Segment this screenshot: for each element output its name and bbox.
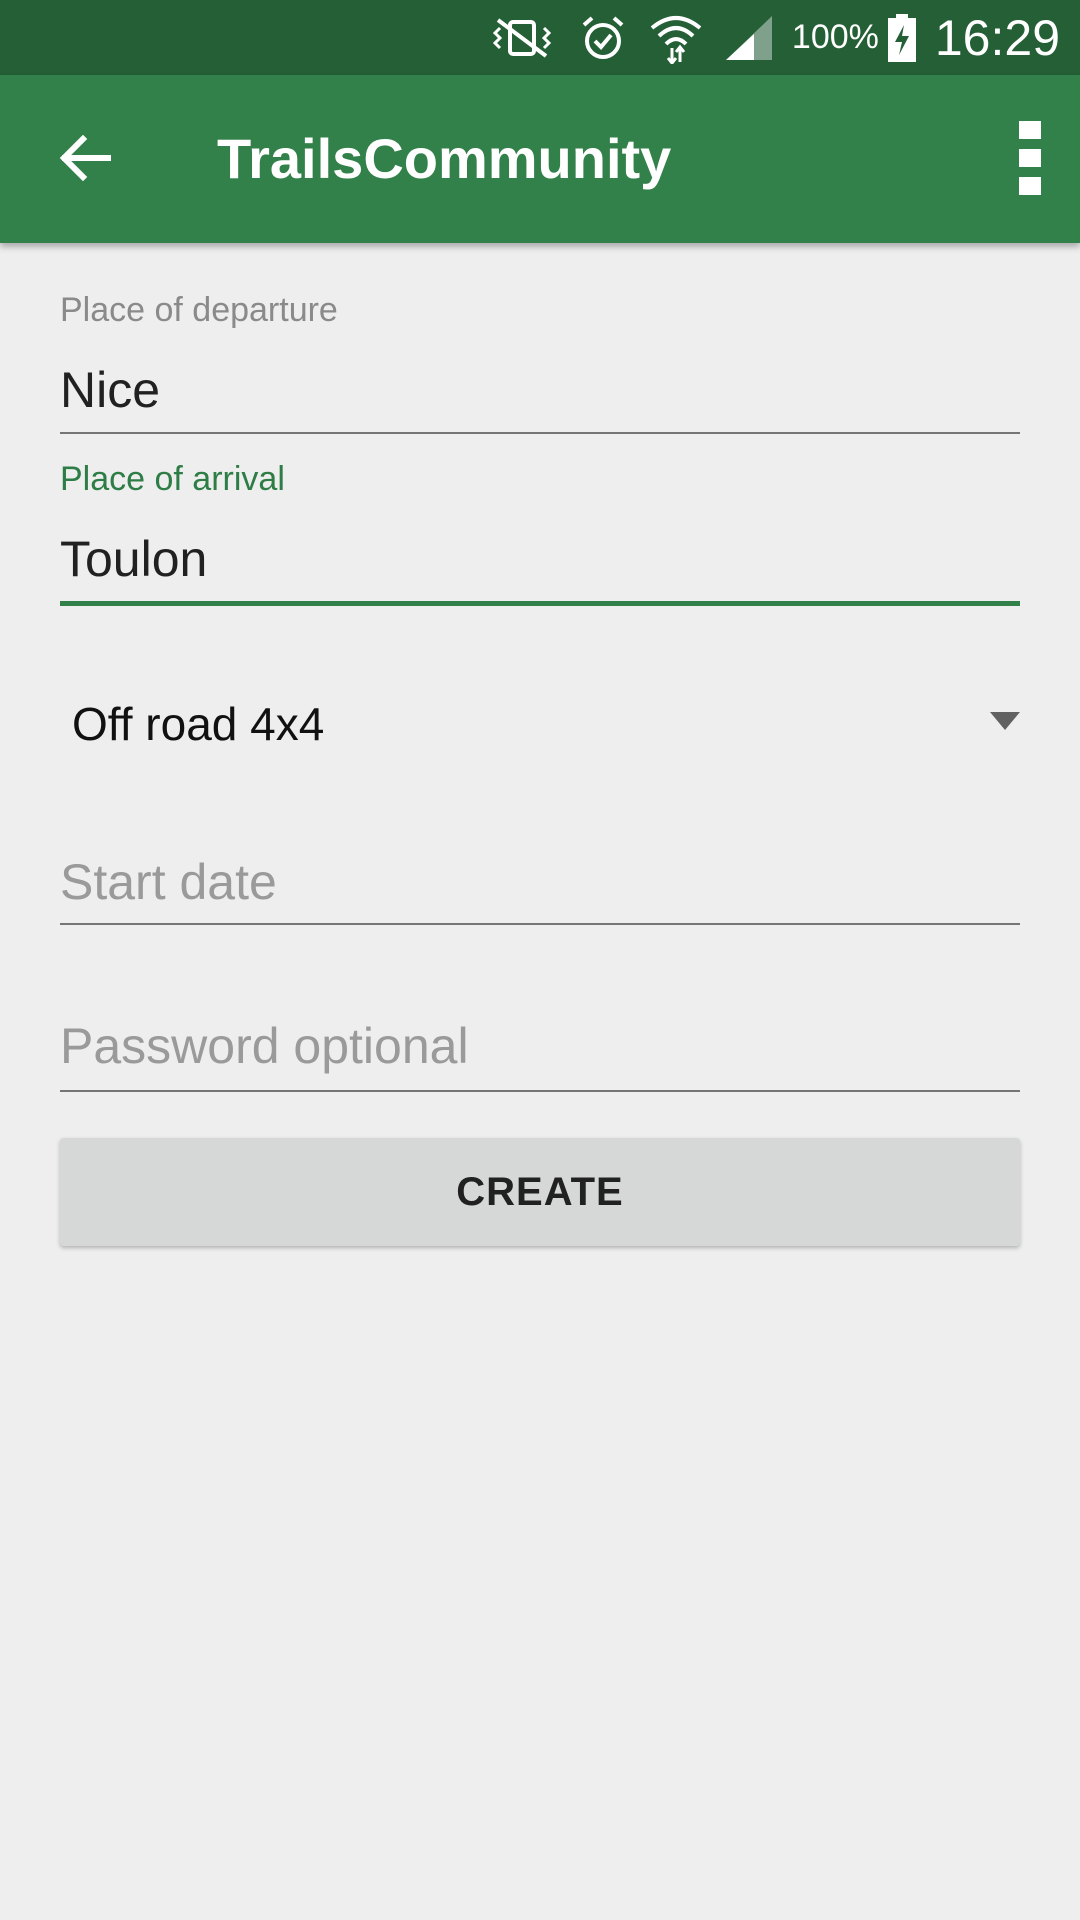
status-bar: 100% 16:29 — [0, 0, 1080, 75]
password-field[interactable]: Password optional — [60, 1016, 1020, 1094]
status-icons: 100% 16:29 — [466, 0, 1060, 75]
dropdown-arrow-icon — [990, 712, 1020, 730]
battery-charging-icon — [887, 13, 917, 63]
app-bar: TrailsCommunity — [0, 75, 1080, 243]
back-button[interactable] — [52, 125, 118, 191]
battery-percent: 100% — [791, 18, 879, 56]
start-date-placeholder: Start date — [60, 854, 277, 910]
signal-icon — [724, 14, 774, 62]
departure-field[interactable]: Place of departure Nice — [60, 290, 1020, 438]
vehicle-type-value: Off road 4x4 — [72, 698, 325, 750]
create-button[interactable]: CREATE — [60, 1138, 1020, 1246]
arrival-underline — [60, 601, 1020, 606]
arrival-field[interactable]: Place of arrival Toulon — [60, 459, 1020, 609]
vibrate-mute-icon — [486, 14, 558, 62]
arrival-value: Toulon — [60, 531, 208, 587]
more-vert-icon — [1019, 121, 1041, 195]
arrow-back-icon — [59, 135, 111, 181]
alarm-icon — [578, 13, 628, 63]
password-placeholder: Password optional — [60, 1018, 469, 1074]
clock: 16:29 — [934, 9, 1060, 66]
wifi-icon — [648, 12, 704, 64]
departure-label: Place of departure — [60, 291, 338, 329]
start-date-underline — [60, 923, 1020, 925]
vehicle-type-dropdown[interactable]: Off road 4x4 — [60, 690, 1020, 760]
overflow-menu-button[interactable] — [1000, 117, 1060, 199]
app-title: TrailsCommunity — [217, 127, 672, 190]
arrival-label: Place of arrival — [60, 460, 285, 498]
password-underline — [60, 1090, 1020, 1092]
departure-value: Nice — [60, 362, 161, 418]
start-date-field[interactable]: Start date — [60, 852, 1020, 927]
departure-underline — [60, 432, 1020, 434]
